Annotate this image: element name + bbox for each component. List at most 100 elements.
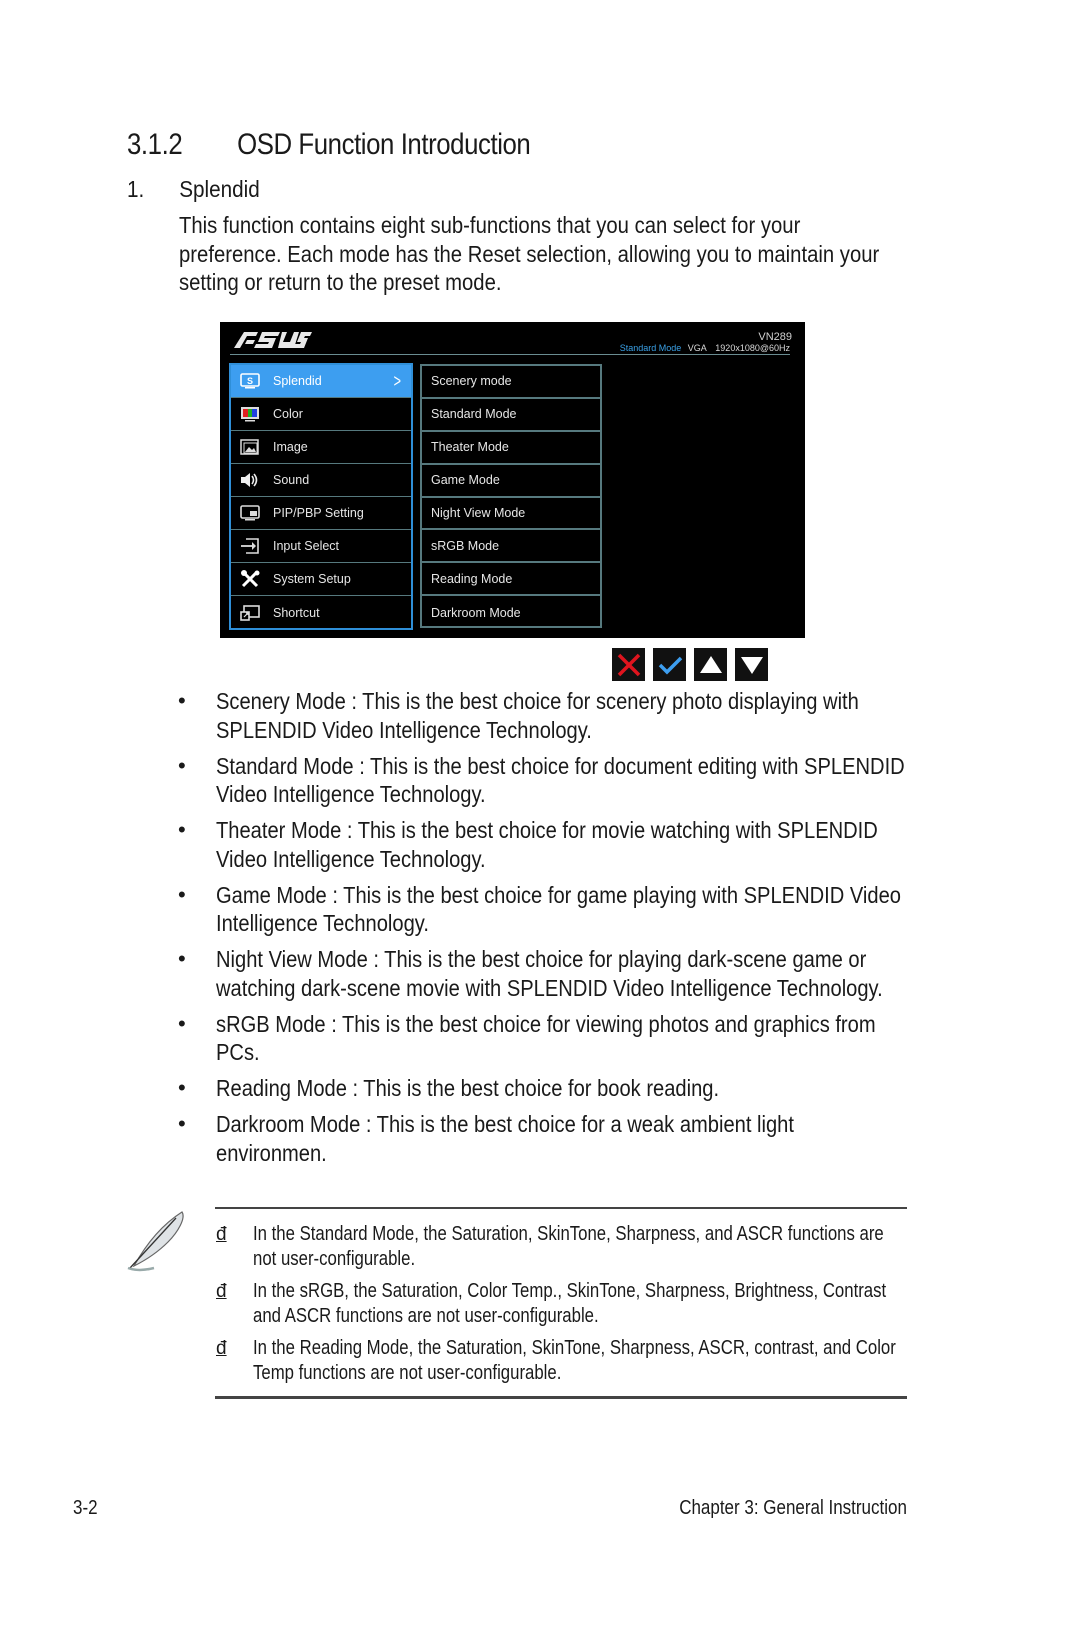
bullet-icon: • <box>178 1111 186 1136</box>
close-x-icon <box>617 653 640 676</box>
wrench-screwdriver-icon <box>239 570 261 588</box>
osd-resolution: 1920x1080@60Hz <box>715 343 790 353</box>
list-item-text: Game Mode : This is the best choice for … <box>216 881 901 937</box>
note-item: đ In the Standard Mode, the Saturation, S… <box>215 1222 915 1272</box>
submenu-item-scenery[interactable]: Scenery mode <box>422 366 600 399</box>
note-text: In the Standard Mode, the Saturation, Sk… <box>253 1223 884 1270</box>
bullet-icon: • <box>178 1075 186 1100</box>
osd-screen: ® VN289 Standard Mode VGA 1920x1080@60Hz… <box>220 322 805 638</box>
list-item-text: Standard Mode : This is the best choice … <box>216 752 905 808</box>
chevron-right-icon: > <box>394 371 402 391</box>
bullet-icon: • <box>178 752 186 778</box>
note-item: đ In the sRGB, the Saturation, Color Temp… <box>215 1279 915 1329</box>
menu-item-sound[interactable]: Sound <box>231 464 411 497</box>
menu-item-shortcut[interactable]: Shortcut <box>231 596 411 629</box>
pip-icon <box>239 504 261 522</box>
submenu-item-game[interactable]: Game Mode <box>422 465 600 498</box>
bullet-icon: • <box>178 817 186 842</box>
down-button[interactable] <box>735 648 768 681</box>
note-item: đ In the Reading Mode, the Saturation, Sk… <box>215 1336 915 1386</box>
list-item-text: Theater Mode : This is the best choice f… <box>216 817 878 872</box>
triangle-down-icon <box>740 656 763 674</box>
triangle-up-icon <box>699 655 722 673</box>
osd-key-legend <box>612 648 768 681</box>
note-divider-top <box>215 1207 907 1209</box>
menu-item-splendid[interactable]: S Splendid > <box>231 365 411 398</box>
shortcut-icon <box>239 604 261 622</box>
list-item: • Game Mode : This is the best choice for… <box>176 881 936 938</box>
bullet-icon: • <box>178 946 186 971</box>
asus-logo-icon: ® <box>232 330 312 355</box>
list-item: • Theater Mode : This is the best choice … <box>176 816 936 873</box>
splendid-s-icon: S <box>239 372 261 390</box>
submenu-item-srgb[interactable]: sRGB Mode <box>422 530 600 564</box>
menu-item-system-setup[interactable]: System Setup <box>231 563 411 596</box>
list-item-text: sRGB Mode : This is the best choice for … <box>216 1010 876 1066</box>
menu-item-label: System Setup <box>273 572 351 586</box>
up-button[interactable] <box>694 648 727 681</box>
mode-description-list: • Scenery Mode : This is the best choice … <box>176 687 936 1175</box>
osd-model-name: VN289 <box>758 331 792 343</box>
image-icon <box>239 438 261 456</box>
list-item: • Standard Mode : This is the best choice… <box>176 752 936 809</box>
note-text: In the Reading Mode, the Saturation, Ski… <box>253 1337 896 1384</box>
feather-note-icon <box>126 1208 188 1277</box>
list-item: • Night View Mode : This is the best choi… <box>176 945 936 1002</box>
list-item-text: Darkroom Mode : This is the best choice … <box>216 1111 794 1166</box>
note-divider-bottom <box>215 1396 907 1399</box>
menu-item-pip-pbp[interactable]: PIP/PBP Setting <box>231 497 411 530</box>
color-bars-icon <box>239 405 261 423</box>
menu-item-label: Splendid <box>273 374 322 388</box>
list-item: • sRGB Mode : This is the best choice for… <box>176 1010 936 1067</box>
menu-item-label: Color <box>273 407 303 421</box>
osd-header-divider <box>230 354 790 355</box>
note-list: đ In the Standard Mode, the Saturation, S… <box>215 1222 915 1393</box>
list-item: • Scenery Mode : This is the best choice … <box>176 687 936 744</box>
svg-text:®: ® <box>306 332 309 337</box>
menu-item-input-select[interactable]: Input Select <box>231 530 411 563</box>
note-marker-icon: đ <box>216 1281 227 1302</box>
note-marker-icon: đ <box>216 1224 227 1245</box>
osd-current-mode: Standard Mode <box>619 343 682 353</box>
osd-main-menu: S Splendid > Color Image Sound PIP/PBP S… <box>229 363 413 630</box>
chapter-title: Chapter 3: General Instruction <box>679 1497 907 1519</box>
submenu-item-standard[interactable]: Standard Mode <box>422 399 600 432</box>
input-select-icon <box>239 537 261 555</box>
menu-item-label: PIP/PBP Setting <box>273 506 364 520</box>
speaker-icon <box>239 471 261 489</box>
section-title: 3.1.2 OSD Function Introduction <box>127 128 531 162</box>
list-item: • Reading Mode : This is the best choice … <box>176 1074 936 1103</box>
submenu-item-night-view[interactable]: Night View Mode <box>422 498 600 531</box>
intro-text: This function contains eight sub-functio… <box>179 212 880 295</box>
note-text: In the sRGB, the Saturation, Color Temp.… <box>253 1280 887 1327</box>
checkmark-icon <box>658 656 682 674</box>
section-title-text: OSD Function Introduction <box>237 128 531 161</box>
bullet-icon: • <box>178 688 186 713</box>
subsection-number: 1. <box>127 176 145 202</box>
confirm-button[interactable] <box>653 648 686 681</box>
list-item-text: Scenery Mode : This is the best choice f… <box>216 688 859 743</box>
submenu-item-reading[interactable]: Reading Mode <box>422 563 600 597</box>
menu-item-label: Sound <box>273 473 310 487</box>
menu-item-image[interactable]: Image <box>231 431 411 464</box>
submenu-item-darkroom[interactable]: Darkroom Mode <box>422 596 600 629</box>
osd-submenu: Scenery mode Standard Mode Theater Mode … <box>420 364 602 628</box>
bullet-icon: • <box>178 881 186 907</box>
subsection-title: Splendid <box>179 176 260 202</box>
submenu-item-theater[interactable]: Theater Mode <box>422 432 600 465</box>
svg-text:S: S <box>247 376 253 386</box>
list-item: • Darkroom Mode : This is the best choice… <box>176 1110 936 1167</box>
subsection-heading: 1. Splendid <box>127 176 260 203</box>
menu-item-color[interactable]: Color <box>231 398 411 431</box>
osd-status-line: Standard Mode VGA 1920x1080@60Hz <box>620 343 790 353</box>
list-item-text: Night View Mode : This is the best choic… <box>216 946 883 1001</box>
menu-item-label: Input Select <box>273 539 340 553</box>
section-number: 3.1.2 <box>127 128 183 161</box>
menu-item-label: Shortcut <box>273 605 320 620</box>
bullet-icon: • <box>178 1010 186 1036</box>
note-marker-icon: đ <box>216 1338 227 1359</box>
intro-paragraph: This function contains eight sub-functio… <box>179 211 902 297</box>
page-number: 3-2 <box>73 1497 98 1519</box>
menu-item-label: Image <box>273 440 308 454</box>
close-button[interactable] <box>612 648 645 681</box>
